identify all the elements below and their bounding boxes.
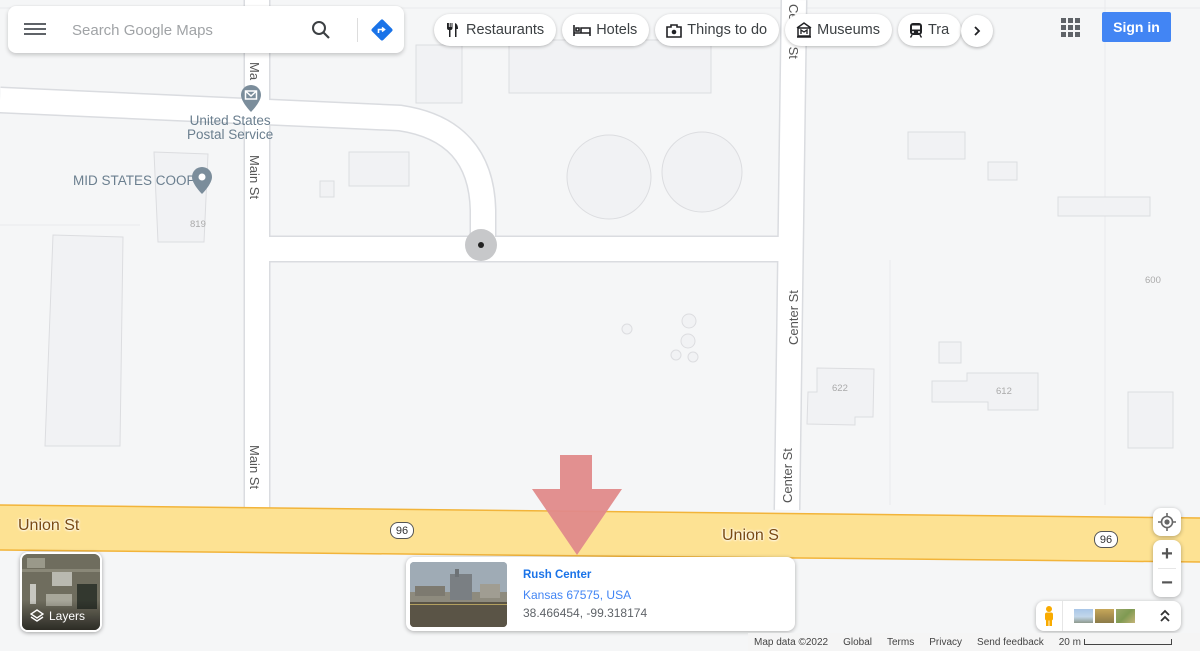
train-icon bbox=[909, 23, 923, 38]
search-input[interactable] bbox=[70, 16, 304, 44]
camera-icon bbox=[666, 23, 683, 38]
send-feedback-link[interactable]: Send feedback bbox=[977, 637, 1044, 648]
chevron-right-icon bbox=[974, 26, 981, 36]
map-footer: Map data ©2022 Global Terms Privacy Send… bbox=[748, 633, 1200, 651]
street-label-union-st-right: Union S bbox=[722, 527, 779, 544]
chip-label: Museums bbox=[817, 22, 880, 38]
chip-transit[interactable]: Tra bbox=[897, 14, 961, 46]
poi-mid-states-coop-label[interactable]: MID STATES COOP bbox=[73, 173, 196, 188]
directions-icon bbox=[371, 19, 393, 41]
layers-label-wrap: Layers bbox=[30, 609, 85, 623]
street-label-center-st: Center St bbox=[786, 290, 801, 345]
layers-icon bbox=[30, 609, 44, 622]
scale-control[interactable]: 20 m bbox=[1059, 637, 1172, 648]
building-number: 622 bbox=[832, 383, 848, 394]
street-label-main-st: Main St bbox=[247, 155, 262, 200]
chip-restaurants[interactable]: Restaurants bbox=[434, 14, 557, 46]
my-location-icon bbox=[1158, 513, 1176, 531]
expand-button[interactable] bbox=[1156, 607, 1174, 625]
chip-label: Things to do bbox=[687, 22, 768, 38]
location-info-card: Rush Center Kansas 67575, USA 38.466454,… bbox=[406, 557, 795, 631]
street-view-image bbox=[410, 562, 507, 627]
street-label-main-st-top: Ma bbox=[247, 62, 262, 81]
place-pin-icon bbox=[192, 167, 212, 194]
terms-link[interactable]: Terms bbox=[887, 637, 914, 648]
poi-usps-line2: Postal Service bbox=[187, 127, 274, 142]
mail-pin-icon bbox=[241, 85, 261, 112]
directions-button[interactable] bbox=[369, 17, 395, 43]
place-coordinates: 38.466454, -99.318174 bbox=[523, 606, 648, 620]
category-chips: Restaurants Hotels Things to do Museums … bbox=[434, 14, 961, 47]
street-view-thumbnail[interactable] bbox=[410, 562, 507, 627]
chip-label: Hotels bbox=[596, 22, 638, 38]
layers-label: Layers bbox=[49, 609, 86, 623]
street-label-union-st: Union St bbox=[18, 517, 80, 534]
chip-things-to-do[interactable]: Things to do bbox=[655, 14, 780, 46]
zoom-out-button[interactable]: − bbox=[1153, 569, 1181, 597]
hamburger-menu-icon[interactable] bbox=[24, 20, 46, 40]
my-location-button[interactable] bbox=[1153, 508, 1181, 536]
street-label-center-st: Center St bbox=[780, 448, 795, 503]
hybrid-tile[interactable] bbox=[1116, 609, 1135, 623]
search-box bbox=[8, 6, 404, 53]
street-label-main-st: Main St bbox=[247, 445, 262, 490]
double-chevron-up-icon bbox=[1160, 609, 1170, 622]
search-button[interactable] bbox=[308, 17, 334, 43]
chip-label: Restaurants bbox=[466, 22, 545, 38]
poi-usps[interactable] bbox=[240, 84, 266, 114]
location-marker-arrow bbox=[532, 455, 622, 555]
layers-button[interactable]: Layers bbox=[20, 552, 102, 632]
poi-usps-label[interactable]: United States Postal Service bbox=[187, 114, 273, 142]
chip-hotels[interactable]: Hotels bbox=[562, 14, 650, 46]
place-title[interactable]: Rush Center bbox=[523, 569, 591, 581]
pegman-icon bbox=[1045, 606, 1053, 626]
hotel-icon bbox=[573, 25, 591, 36]
route-shield: 96 bbox=[1094, 531, 1118, 548]
map-data-attribution: Map data ©2022 bbox=[754, 636, 829, 648]
apps-grid-icon[interactable] bbox=[1061, 18, 1080, 37]
search-divider bbox=[357, 18, 358, 42]
zoom-in-button[interactable]: + bbox=[1153, 540, 1181, 568]
zoom-controls: + − bbox=[1153, 540, 1181, 597]
chips-next-button[interactable] bbox=[961, 15, 993, 47]
poi-usps-line1: United States bbox=[189, 113, 271, 128]
scale-label: 20 m bbox=[1058, 636, 1081, 648]
building-number: 612 bbox=[996, 386, 1012, 397]
chip-label: Tra bbox=[927, 22, 950, 38]
place-address[interactable]: Kansas 67575, USA bbox=[523, 588, 631, 602]
map-type-bar bbox=[1036, 601, 1181, 631]
map-type-tiles bbox=[1074, 609, 1135, 623]
satellite-tile[interactable] bbox=[1095, 609, 1114, 623]
museum-icon bbox=[796, 22, 812, 38]
terrain-tile[interactable] bbox=[1074, 609, 1093, 623]
search-icon bbox=[312, 21, 330, 39]
privacy-link[interactable]: Privacy bbox=[929, 637, 962, 648]
route-shield: 96 bbox=[390, 522, 414, 539]
building-number: 600 bbox=[1145, 275, 1161, 286]
building-number: 819 bbox=[190, 219, 206, 230]
poi-mid-states-coop[interactable] bbox=[191, 166, 213, 201]
global-link[interactable]: Global bbox=[843, 637, 872, 648]
sign-in-button[interactable]: Sign in bbox=[1102, 12, 1171, 42]
pegman-button[interactable] bbox=[1036, 601, 1063, 631]
scale-bar bbox=[1083, 639, 1172, 645]
restaurant-icon bbox=[447, 23, 458, 37]
chip-museums[interactable]: Museums bbox=[785, 14, 892, 46]
